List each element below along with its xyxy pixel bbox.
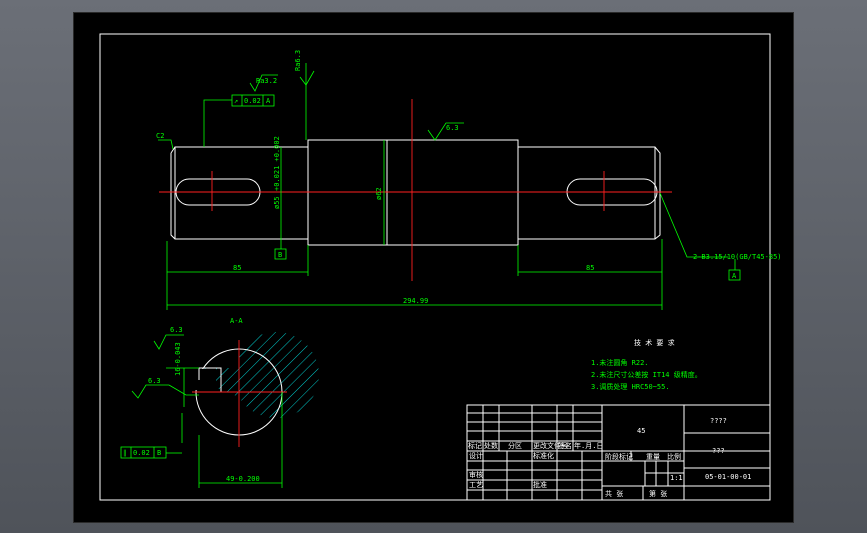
shaft-right-journal <box>518 146 661 240</box>
tb-r-zone: 分区 <box>508 441 522 450</box>
section-aa-view <box>192 332 319 447</box>
drawing-border <box>99 33 771 501</box>
tb-material: 45 <box>637 427 645 435</box>
section-depth-dim: 16-0.043 <box>174 342 182 376</box>
section-label: A-A <box>230 317 243 325</box>
datum-a-label: A <box>732 272 737 280</box>
tb-sheet-no: 第 张 <box>649 489 667 498</box>
shaft-main-view <box>159 99 672 281</box>
tb-stage-label: 阶段标记 <box>605 452 633 461</box>
tol-top-symbol: ↗ <box>234 97 238 105</box>
tb-company: ??? <box>712 447 725 455</box>
roughness-left: Ra3.2 <box>256 77 277 85</box>
shaft-middle-section <box>307 139 519 246</box>
tol-section-symbol: ∥ <box>123 449 127 457</box>
right-length-label: 85 <box>586 264 594 272</box>
roughness-section-top: 6.3 <box>170 326 183 334</box>
tb-design: 设计 <box>469 451 483 460</box>
left-length-label: 85 <box>233 264 241 272</box>
notes-line-1: 1.未注圆角 R22. <box>591 358 649 367</box>
tb-r-date: 年.月.日 <box>574 441 603 450</box>
left-dia-label: ø55 <box>273 196 281 209</box>
tol-top-value: 0.02 <box>244 97 261 105</box>
drawing-sheet[interactable]: Ra6.3 Ra3.2 ↗ 0.02 A 6.3 C2 ø55 +0.021 +… <box>73 12 794 523</box>
section-width-dim: 49-0.200 <box>226 475 260 483</box>
drawing-canvas[interactable]: Ra6.3 Ra3.2 ↗ 0.02 A 6.3 C2 ø55 +0.021 +… <box>74 13 793 522</box>
tol-section-value: 0.02 <box>133 449 150 457</box>
tb-part-name: ???? <box>710 417 727 425</box>
roughness-middle: 6.3 <box>446 124 459 132</box>
notes-line-3: 3.调质处理 HRC50~55. <box>591 382 670 391</box>
tb-review: 审核 <box>469 470 483 479</box>
notes-line-2: 2.未注尺寸公差按 IT14 级精度。 <box>591 370 702 379</box>
tb-approve: 批准 <box>533 480 547 489</box>
datum-b-label: B <box>278 251 282 259</box>
mid-dia-label: ø62 <box>375 187 383 200</box>
tb-scale-label: 比例 <box>667 452 681 461</box>
shaft-left-journal <box>170 146 309 240</box>
roughness-section-side: 6.3 <box>148 377 161 385</box>
left-dia-tolerance: +0.021 +0.002 <box>273 136 281 191</box>
tb-scale: 1:1 <box>670 474 683 482</box>
cad-viewer[interactable]: Ra6.3 Ra3.2 ↗ 0.02 A 6.3 C2 ø55 +0.021 +… <box>0 0 867 533</box>
notes-title: 技 术 要 求 <box>634 338 675 347</box>
tb-sheet-total: 共 张 <box>605 489 623 498</box>
tb-r-sign: 签名 <box>558 441 572 450</box>
tb-r-mark: 标记 <box>468 441 482 450</box>
tb-r-count: 处数 <box>484 441 498 450</box>
tb-drawing-code: 05-01-00-01 <box>705 473 751 481</box>
tb-process: 工艺 <box>469 481 483 489</box>
total-length-label: 294.99 <box>403 297 428 305</box>
tb-weight-label: 重量 <box>646 453 660 461</box>
tb-standard: 标准化 <box>533 451 554 460</box>
tol-top-ref: A <box>266 97 271 105</box>
roughness-top-vertical: Ra6.3 <box>294 50 302 71</box>
chamfer-label: C2 <box>156 132 164 140</box>
center-hole-callout: 2-B3.15/10(GB/T45-85) <box>693 253 782 261</box>
tol-section-ref: B <box>157 449 161 457</box>
